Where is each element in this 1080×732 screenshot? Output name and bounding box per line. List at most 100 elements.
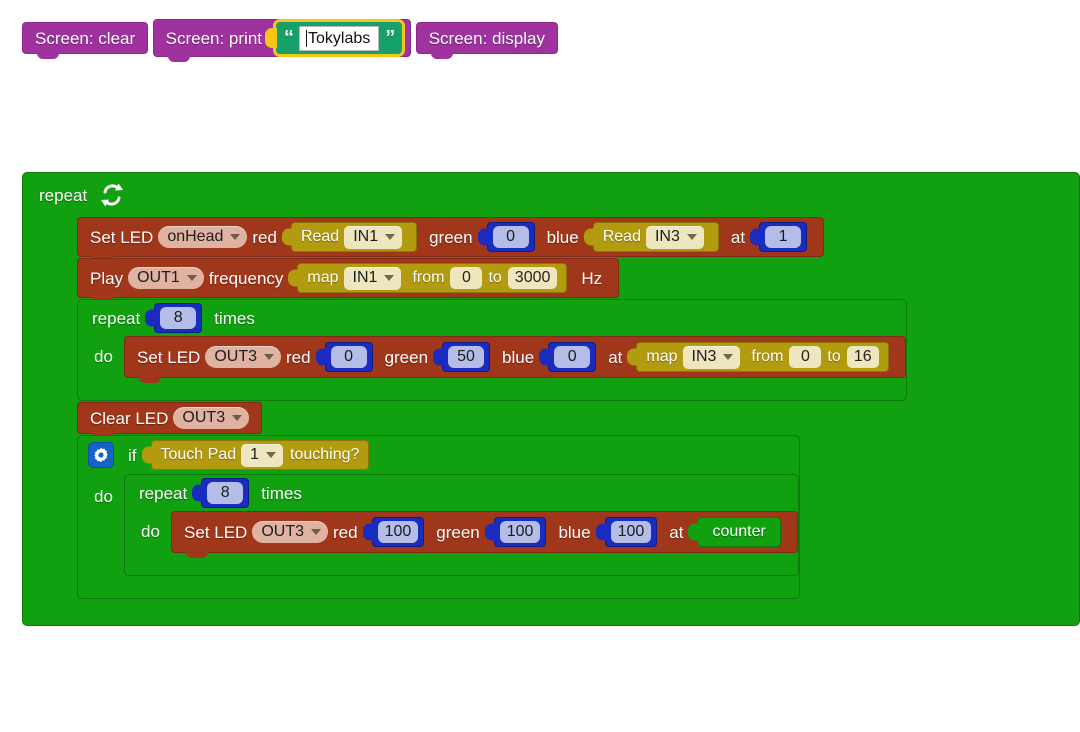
nested-repeat-8-body[interactable]: repeat 8 times do Set LED OUT3 red 100 g…	[124, 474, 799, 576]
nested-repeat-8-count-field[interactable]: 8	[207, 482, 244, 504]
blue-label: blue	[558, 522, 591, 542]
play-label: Play	[90, 268, 124, 288]
nested-repeat-8-contents: do Set LED OUT3 red 100 green 100 blue 1…	[125, 511, 798, 558]
map-from-field[interactable]: 0	[789, 346, 822, 368]
main-repeat-statement-stack[interactable]: Set LED onHead red Read IN1 green 0 blue…	[77, 217, 1079, 599]
set-led-out3-block[interactable]: Set LED OUT3 red 0 green 50 blue 0 at ma…	[124, 336, 906, 383]
main-repeat-contents: Set LED onHead red Read IN1 green 0 blue…	[23, 217, 1079, 599]
repeat-8-loop-block[interactable]: repeat 8 times do Set LED OUT3 red 0 gre…	[77, 299, 1079, 401]
red-label: red	[252, 227, 277, 247]
main-repeat-footer	[23, 599, 188, 625]
red-number-block[interactable]: 100	[362, 517, 425, 547]
map-in1-block[interactable]: map IN1 from 0 to 3000	[288, 263, 568, 293]
green-number-field[interactable]: 50	[448, 346, 485, 368]
green-label: green	[384, 347, 429, 367]
text-input-field[interactable]: Tokylabs	[299, 25, 380, 51]
repeat-8-body[interactable]: repeat 8 times do Set LED OUT3 red 0 gre…	[77, 299, 907, 401]
set-led-counter-block[interactable]: Set LED OUT3 red 100 green 100 blue 100 …	[171, 511, 798, 558]
green-number-block[interactable]: 100	[484, 517, 547, 547]
map-from-field[interactable]: 0	[450, 267, 483, 289]
repeat-8-count-block[interactable]: 8	[145, 303, 203, 333]
chevron-down-icon	[723, 354, 734, 360]
map-to-field[interactable]: 16	[846, 346, 879, 368]
main-repeat-body[interactable]: repeat Set LED onHead red Read IN1 green…	[22, 172, 1080, 626]
if-body[interactable]: if Touch Pad 1 touching? do repeat 8 tim…	[77, 435, 800, 599]
map-to-label: to	[488, 269, 502, 286]
map-to-label: to	[827, 348, 841, 365]
screen-print-block[interactable]: Screen: print “ Tokylabs ”	[152, 19, 412, 62]
map-source-dropdown[interactable]: IN3	[682, 345, 741, 369]
text-input-value: Tokylabs	[308, 29, 371, 47]
clear-led-block[interactable]: Clear LED OUT3	[77, 402, 263, 439]
blue-number-field[interactable]: 0	[554, 346, 591, 368]
touch-pad-dropdown[interactable]: 1	[241, 443, 284, 467]
if-block[interactable]: if Touch Pad 1 touching? do repeat 8 tim…	[77, 435, 1079, 599]
gear-icon[interactable]	[88, 442, 114, 468]
screen-block-stack[interactable]: Screen: clear Screen: print “ Tokylabs ”…	[22, 18, 558, 62]
quote-open-icon: “	[284, 27, 294, 49]
at-number-block[interactable]: 1	[750, 222, 808, 252]
play-port-dropdown[interactable]: OUT1	[128, 267, 204, 289]
touch-pad-value: 1	[250, 446, 260, 463]
quote-close-icon: ”	[385, 27, 395, 49]
if-statement-stack[interactable]: repeat 8 times do Set LED OUT3 red 100 g…	[124, 474, 799, 576]
play-port-value: OUT1	[137, 269, 180, 286]
screen-clear-block[interactable]: Screen: clear	[22, 22, 149, 59]
text-string-block[interactable]: “ Tokylabs ”	[265, 19, 406, 57]
repeat-8-do-label: do	[94, 347, 113, 366]
map-to-field[interactable]: 3000	[507, 267, 558, 289]
led-target-dropdown[interactable]: OUT3	[205, 346, 281, 368]
led-target-dropdown[interactable]: onHead	[158, 226, 248, 248]
repeat-8-label: repeat	[92, 308, 141, 328]
read-port-dropdown[interactable]: IN3	[645, 225, 704, 249]
nested-repeat-8-statement-stack[interactable]: Set LED OUT3 red 100 green 100 blue 100 …	[171, 511, 798, 558]
read-label: Read	[602, 228, 641, 245]
set-led-onhead-block[interactable]: Set LED onHead red Read IN1 green 0 blue…	[77, 217, 825, 262]
repeat-8-count-field[interactable]: 8	[160, 307, 197, 329]
screen-display-block[interactable]: Screen: display	[415, 22, 558, 59]
screen-display-label: Screen: display	[428, 28, 545, 48]
counter-variable-block[interactable]: counter	[688, 517, 781, 547]
nested-repeat-8-loop-block[interactable]: repeat 8 times do Set LED OUT3 red 100 g…	[124, 474, 799, 576]
repeat-8-footer	[78, 378, 198, 400]
red-number-field[interactable]: 0	[330, 346, 367, 368]
touch-pad-condition-block[interactable]: Touch Pad 1 touching?	[141, 440, 370, 470]
green-number-block[interactable]: 0	[477, 222, 535, 252]
if-contents: do repeat 8 times do Set LED OUT3 red 10…	[78, 474, 799, 576]
blue-number-block[interactable]: 0	[539, 342, 597, 372]
red-number-field[interactable]: 100	[377, 521, 419, 543]
led-target-dropdown[interactable]: OUT3	[252, 521, 328, 543]
read-in1-block[interactable]: Read IN1	[281, 222, 418, 252]
map-in3-block[interactable]: map IN3 from 0 to 16	[627, 342, 889, 372]
set-led-label: Set LED	[90, 227, 154, 247]
main-repeat-label: repeat	[39, 185, 88, 205]
green-number-field[interactable]: 0	[492, 226, 529, 248]
repeat-8-statement-stack[interactable]: Set LED OUT3 red 0 green 50 blue 0 at ma…	[124, 336, 906, 383]
map-from-label: from	[412, 269, 445, 286]
blue-number-block[interactable]: 100	[595, 517, 658, 547]
green-number-field[interactable]: 100	[499, 521, 541, 543]
blue-number-field[interactable]: 100	[610, 521, 652, 543]
touch-pad-label: Touch Pad	[160, 446, 237, 463]
nested-repeat-8-header: repeat 8 times	[125, 475, 798, 511]
play-tone-block[interactable]: Play OUT1 frequency map IN1 from 0 to 30…	[77, 258, 620, 303]
red-label: red	[285, 347, 311, 367]
blue-label: blue	[546, 227, 579, 247]
read-port-dropdown[interactable]: IN1	[344, 225, 403, 249]
chevron-down-icon	[232, 415, 243, 421]
repeat-8-contents: do Set LED OUT3 red 0 green 50 blue 0 at…	[78, 336, 906, 383]
screen-print-label: Screen: print	[165, 28, 263, 48]
touching-label: touching?	[290, 446, 360, 463]
map-from-label: from	[751, 348, 784, 365]
red-number-block[interactable]: 0	[315, 342, 373, 372]
at-number-field[interactable]: 1	[765, 226, 802, 248]
blockly-workspace[interactable]: Screen: clear Screen: print “ Tokylabs ”…	[0, 0, 1080, 732]
clear-led-target-dropdown[interactable]: OUT3	[173, 407, 250, 429]
map-source-value: IN1	[352, 269, 378, 286]
red-label: red	[332, 522, 358, 542]
map-source-dropdown[interactable]: IN1	[343, 266, 402, 290]
read-in3-block[interactable]: Read IN3	[583, 222, 719, 252]
green-number-block[interactable]: 50	[433, 342, 491, 372]
main-repeat-loop-block[interactable]: repeat Set LED onHead red Read IN1 green…	[22, 172, 1080, 626]
nested-repeat-8-count-block[interactable]: 8	[192, 478, 250, 508]
